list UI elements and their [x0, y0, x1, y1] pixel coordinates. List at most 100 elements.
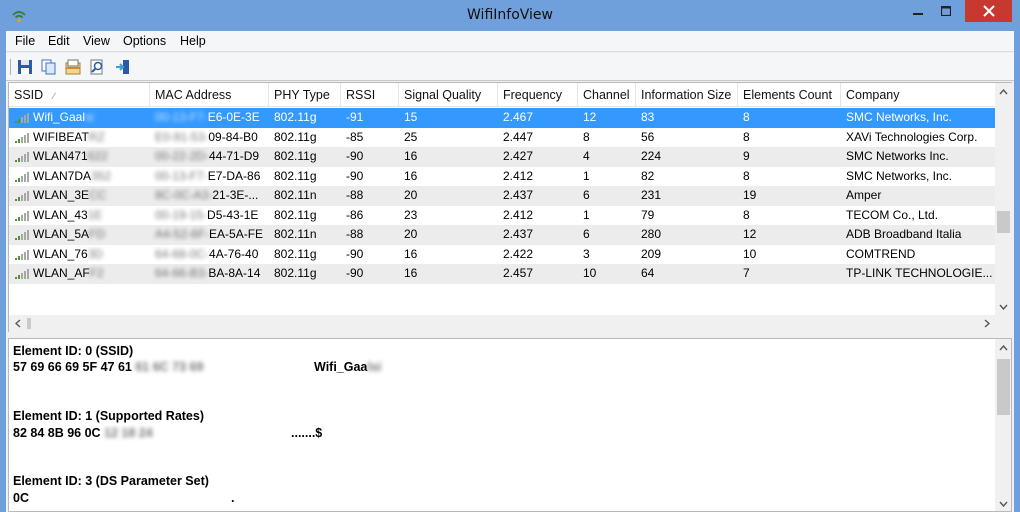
cell-channel: 6: [583, 227, 590, 241]
cell-ssid: Wifi_Gaalsi: [9, 108, 150, 128]
cell-company: COMTREND: [846, 246, 916, 261]
list-vertical-scrollbar[interactable]: [995, 83, 1012, 315]
ssid-text: Wifi_Gaal: [33, 110, 86, 124]
chevron-down-icon: [999, 501, 1008, 507]
cell-info: 64: [641, 266, 655, 280]
column-elements[interactable]: Elements Count: [738, 83, 841, 107]
table-row[interactable]: WLAN471622 00-22-2D-44-71-D9 802.11g -90 16 2…: [9, 147, 995, 167]
cell-mac: 00-19-15-D5-43-1E: [150, 206, 269, 226]
cell-rssi: -88: [346, 188, 364, 202]
detail-scroll-up-button[interactable]: [995, 339, 1011, 356]
detail-ascii-1: .......$: [291, 426, 323, 440]
save-button[interactable]: [15, 57, 35, 77]
column-frequency[interactable]: Frequency: [498, 83, 578, 107]
minimize-button[interactable]: [905, 0, 931, 22]
window-title: WifiInfoView: [467, 7, 553, 23]
column-ssid[interactable]: SSID ⁄: [9, 83, 150, 107]
cell-elements: 10: [743, 246, 757, 261]
scroll-down-button[interactable]: [995, 298, 1012, 315]
detail-scroll-thumb[interactable]: [997, 359, 1010, 415]
cell-ssid: WLAN_431E: [9, 206, 150, 226]
network-list: SSID ⁄ MAC Address PHY Type RSSI Signal Q…: [8, 82, 1012, 332]
table-row[interactable]: WLAN7DA352 00-13-F7-E7-DA-86 802.11g -90 16 2…: [9, 167, 995, 187]
scroll-right-button[interactable]: [978, 315, 995, 332]
cell-freq: 2.467: [503, 110, 534, 124]
scroll-left-button[interactable]: [9, 315, 26, 332]
scroll-thumb[interactable]: [997, 211, 1010, 233]
detail-vertical-scrollbar[interactable]: [995, 339, 1011, 511]
signal-strength-icon: [15, 171, 29, 182]
signal-strength-icon: [15, 191, 29, 201]
close-button[interactable]: [965, 0, 1012, 22]
column-mac[interactable]: MAC Address: [150, 83, 269, 107]
title-bar[interactable]: WifiInfoView: [0, 0, 1020, 32]
table-row[interactable]: WLAN_AFF2 64-66-B3-BA-8A-14 802.11g -90 16 2.…: [9, 264, 995, 284]
close-icon: [982, 5, 995, 17]
mac-text: E6-0E-3E: [207, 110, 260, 124]
cell-ssid: WLAN_5AFD: [9, 225, 150, 245]
sort-arrow-icon: ⁄: [53, 91, 55, 101]
properties-button[interactable]: [63, 57, 83, 77]
table-row[interactable]: WLAN_763D 64-68-0C-4A-76-40 802.11g -90 16 2.…: [9, 245, 995, 265]
list-horizontal-scrollbar[interactable]: [9, 315, 995, 332]
mac-redacted-text: E0-91-53-: [155, 129, 209, 144]
menu-file[interactable]: File: [15, 34, 35, 48]
ssid-text: WLAN_5A: [33, 227, 90, 241]
mac-redacted-text: 8C-0C-A3-: [155, 188, 213, 202]
scroll-up-button[interactable]: [995, 83, 1012, 100]
maximize-button[interactable]: [933, 0, 959, 22]
ssid-text: WLAN471: [33, 149, 88, 163]
find-icon: [90, 59, 103, 75]
cell-freq: 2.412: [503, 207, 534, 222]
column-quality[interactable]: Signal Quality: [399, 83, 498, 107]
table-row[interactable]: WLAN_431E 00-19-15-D5-43-1E 802.11g -86 23 2.…: [9, 206, 995, 226]
exit-button[interactable]: [113, 57, 133, 77]
column-company[interactable]: Company: [841, 83, 995, 107]
column-channel[interactable]: Channel: [578, 83, 636, 107]
cell-mac: A4-52-6F-EA-5A-FE: [150, 225, 269, 245]
mac-redacted-text: 00-13-F7-: [155, 110, 208, 124]
cell-quality: 25: [404, 129, 418, 144]
cell-phy: 802.11g: [274, 207, 317, 222]
signal-strength-icon: [15, 210, 29, 221]
cell-info: 56: [641, 129, 655, 144]
cell-channel: 8: [583, 129, 590, 144]
menu-view[interactable]: View: [83, 34, 110, 48]
mac-redacted-text: 00-22-2D-: [155, 149, 210, 163]
ssid-redacted-text: 1E: [87, 207, 103, 222]
detail-header-0: Element ID: 0 (SSID): [13, 344, 134, 358]
copy-icon: [41, 59, 56, 75]
menu-options[interactable]: Options: [123, 34, 166, 48]
horizontal-scroll-thumb[interactable]: [27, 318, 31, 329]
ssid-redacted-text: FD: [89, 227, 106, 241]
exit-icon: [116, 60, 129, 74]
table-row[interactable]: WIFIBEATRZ E0-91-53-09-84-B0 802.11g -85 25 2…: [9, 128, 995, 148]
cell-info: 231: [641, 188, 662, 202]
cell-quality: 16: [404, 168, 418, 183]
cell-freq: 2.427: [503, 149, 534, 163]
table-row[interactable]: WLAN_5AFD A4-52-6F-EA-5A-FE 802.11n -88 20 2.…: [9, 225, 995, 245]
signal-strength-icon: [15, 132, 29, 143]
table-row[interactable]: Wifi_Gaalsi 00-13-F7-E6-0E-3E 802.11g -91 15…: [9, 108, 995, 128]
menu-edit[interactable]: Edit: [48, 34, 70, 48]
column-phy[interactable]: PHY Type: [269, 83, 341, 107]
toolbar-separator: [10, 59, 11, 75]
cell-rssi: -90: [346, 168, 364, 183]
detail-header-1: Element ID: 1 (Supported Rates): [13, 409, 204, 423]
table-row[interactable]: WLAN_3ECC 8C-0C-A3-21-3E-... 802.11n -88 20 2…: [9, 186, 995, 206]
cell-mac: E0-91-53-09-84-B0: [150, 128, 269, 148]
detail-scroll-down-button[interactable]: [995, 495, 1011, 511]
copy-button[interactable]: [39, 57, 59, 77]
cell-phy: 802.11n: [274, 227, 317, 241]
cell-rssi: -90: [346, 246, 364, 261]
properties-icon: [65, 59, 81, 75]
column-rssi[interactable]: RSSI: [341, 83, 399, 107]
ssid-redacted-text: 622: [87, 149, 108, 163]
detail-header-2: Element ID: 3 (DS Parameter Set): [13, 474, 209, 488]
detail-hex-2: 0C: [13, 491, 29, 505]
cell-phy: 802.11g: [274, 168, 317, 183]
menu-help[interactable]: Help: [180, 34, 206, 48]
find-button[interactable]: [87, 57, 107, 77]
column-info-size[interactable]: Information Size: [636, 83, 738, 107]
cell-quality: 23: [404, 207, 418, 222]
